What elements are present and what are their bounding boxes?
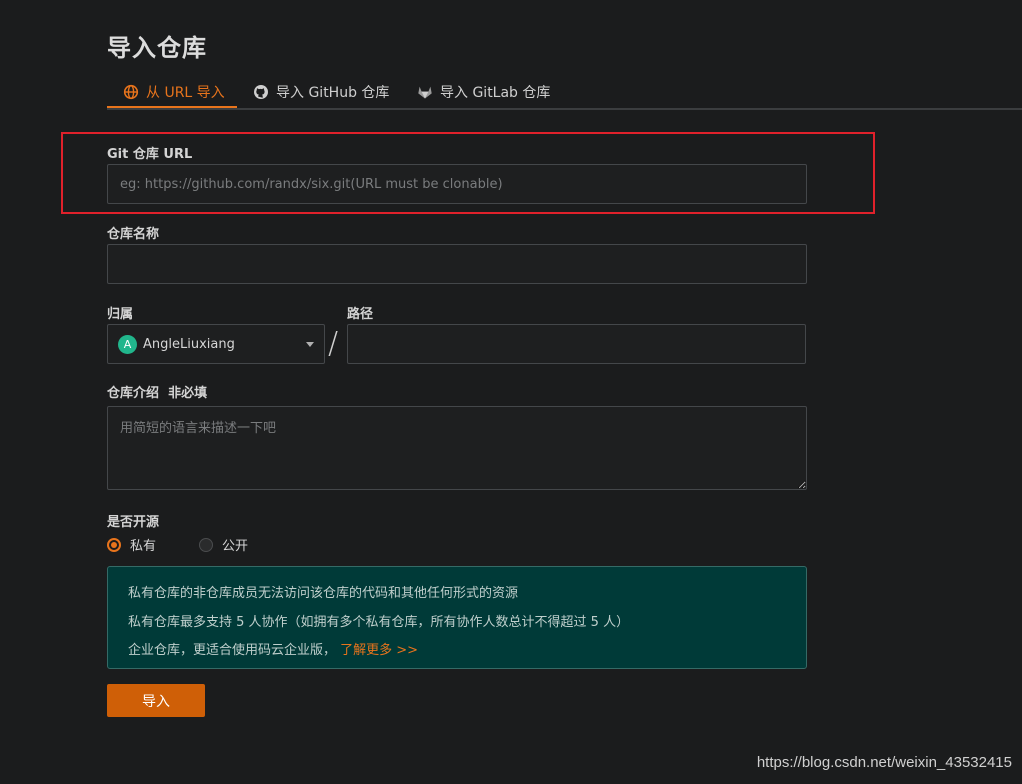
radio-label: 私有: [130, 539, 157, 554]
gitlab-icon: [417, 84, 433, 100]
globe-icon: [123, 84, 139, 100]
tab-github[interactable]: 导入 GitHub 仓库: [253, 76, 389, 108]
visibility-label: 是否开源: [107, 515, 160, 530]
path-input[interactable]: [347, 324, 806, 364]
tab-gitlab[interactable]: 导入 GitLab 仓库: [417, 76, 550, 108]
radio-public[interactable]: 公开: [199, 535, 248, 554]
radio-private[interactable]: 私有: [107, 535, 156, 554]
optional-note: 非必填: [168, 386, 208, 401]
radio-checked-icon[interactable]: [107, 537, 121, 552]
radio-unchecked-icon[interactable]: [199, 537, 213, 552]
tab-from-url[interactable]: 从 URL 导入: [123, 76, 225, 108]
owner-select[interactable]: A AngleLiuxiang: [107, 324, 325, 364]
repo-name-input[interactable]: [107, 244, 807, 284]
learn-more-link[interactable]: 了解更多 >>: [340, 643, 418, 658]
private-repo-notice: 私有仓库的非仓库成员无法访问该仓库的代码和其他任何形式的资源 私有仓库最多支持 …: [107, 566, 807, 669]
repo-name-label: 仓库名称: [107, 227, 160, 242]
git-url-input[interactable]: [107, 164, 807, 204]
tab-label: 导入 GitHub 仓库: [276, 85, 390, 101]
notice-line: 私有仓库的非仓库成员无法访问该仓库的代码和其他任何形式的资源: [128, 586, 519, 601]
tab-label: 导入 GitLab 仓库: [440, 85, 551, 101]
git-url-label: Git 仓库 URL: [107, 147, 193, 162]
path-label: 路径: [347, 307, 374, 322]
chevron-down-icon: [306, 341, 314, 347]
tab-label: 从 URL 导入: [146, 85, 225, 101]
avatar: A: [118, 334, 137, 354]
watermark: https://blog.csdn.net/weixin_43532415: [756, 754, 1012, 771]
github-icon: [253, 84, 269, 100]
notice-text: 企业仓库，更适合使用码云企业版，: [128, 643, 337, 658]
notice-line: 企业仓库，更适合使用码云企业版， 了解更多 >>: [128, 637, 786, 666]
active-tab-indicator: [107, 106, 237, 108]
description-label: 仓库介绍 非必填: [107, 382, 207, 401]
import-button[interactable]: 导入: [107, 684, 205, 717]
description-label-text: 仓库介绍: [107, 386, 160, 401]
notice-line: 私有仓库最多支持 5 人协作（如拥有多个私有仓库，所有协作人数总计不得超过 5 …: [128, 614, 630, 630]
radio-label: 公开: [222, 539, 249, 554]
import-tabs: 从 URL 导入 导入 GitHub 仓库 导入 GitLab 仓库: [107, 76, 1022, 110]
owner-label: 归属: [107, 307, 134, 322]
description-textarea[interactable]: [107, 406, 807, 490]
path-separator: /: [328, 326, 339, 361]
page-title: 导入仓库: [107, 34, 207, 62]
owner-name: AngleLiuxiang: [143, 336, 235, 352]
